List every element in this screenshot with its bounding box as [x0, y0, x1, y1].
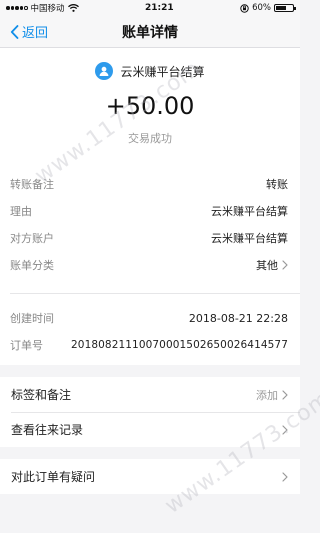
- detail-label: 对方账户: [10, 232, 54, 245]
- transaction-status: 交易成功: [128, 132, 172, 145]
- detail-label: 理由: [10, 205, 32, 218]
- detail-value: 2018-08-21 22:28: [188, 311, 288, 325]
- detail-label: 创建时间: [10, 312, 54, 325]
- user-avatar-icon: [95, 62, 114, 80]
- battery-icon: [273, 4, 296, 12]
- back-label: 返回: [22, 26, 49, 41]
- merchant-name: 云米赚平台结算: [120, 64, 205, 79]
- menu-item-action: [282, 471, 288, 482]
- divider: [10, 293, 300, 294]
- tags-and-notes-item[interactable]: 标签和备注 添加: [0, 377, 300, 412]
- detail-label: 转账备注: [10, 178, 54, 191]
- bill-summary: 云米赚平台结算 +50.00 交易成功: [0, 48, 300, 158]
- orientation-lock-icon: [240, 3, 249, 13]
- merchant-info: 云米赚平台结算: [0, 62, 300, 80]
- nav-bar: 返回 账单详情: [0, 16, 300, 48]
- wifi-icon: [67, 4, 79, 12]
- menu-item-label: 标签和备注: [11, 388, 72, 402]
- back-button[interactable]: 返回: [10, 16, 48, 47]
- transaction-amount: +50.00: [105, 92, 195, 120]
- menu-item-label: 对此订单有疑问: [11, 470, 96, 484]
- detail-label: 账单分类: [10, 259, 54, 272]
- signal-icon: [6, 6, 28, 10]
- battery-fill: [275, 6, 286, 10]
- add-tag-label: 添加: [256, 388, 278, 402]
- clock: 21:21: [144, 3, 174, 13]
- status-bar: 中国移动 21:21 60%: [0, 0, 300, 16]
- detail-value: 云米赚平台结算: [211, 205, 288, 218]
- chevron-right-icon: [282, 471, 288, 482]
- category-value: 其他: [256, 257, 288, 273]
- detail-row-reason: 理由 云米赚平台结算: [10, 201, 288, 221]
- page-title: 账单详情: [122, 24, 178, 41]
- detail-row-counterparty: 对方账户 云米赚平台结算: [10, 228, 288, 248]
- menu-group-actions: 标签和备注 添加 查看往来记录: [0, 377, 300, 447]
- order-question-item[interactable]: 对此订单有疑问: [0, 459, 300, 494]
- chevron-right-icon: [282, 424, 288, 435]
- detail-row-order-number: 订单号 20180821110070001502650026414577: [10, 335, 288, 355]
- detail-label: 订单号: [10, 339, 43, 352]
- detail-row-remark: 转账备注 转账: [10, 174, 288, 194]
- battery-percent: 60%: [252, 3, 271, 13]
- bill-details: 转账备注 转账 理由 云米赚平台结算 对方账户 云米赚平台结算 账单分类 其他 …: [0, 158, 300, 365]
- chevron-left-icon: [10, 24, 19, 39]
- menu-item-action: 添加: [256, 387, 288, 403]
- status-bar-left: 中国移动: [6, 2, 79, 14]
- detail-value: 20180821110070001502650026414577: [71, 339, 288, 351]
- view-history-item[interactable]: 查看往来记录: [0, 412, 300, 447]
- carrier-label: 中国移动: [30, 4, 65, 14]
- detail-value: 云米赚平台结算: [211, 232, 288, 245]
- chevron-right-icon: [282, 389, 288, 400]
- detail-row-created-time: 创建时间 2018-08-21 22:28: [10, 308, 288, 328]
- detail-value: 其他: [256, 259, 278, 272]
- detail-row-category[interactable]: 账单分类 其他: [10, 255, 288, 275]
- status-bar-right: 60%: [240, 3, 296, 13]
- chevron-right-icon: [282, 260, 288, 270]
- menu-group-help: 对此订单有疑问: [0, 459, 300, 494]
- menu-item-label: 查看往来记录: [11, 423, 84, 437]
- menu-item-action: [282, 424, 288, 435]
- detail-value: 转账: [266, 178, 288, 191]
